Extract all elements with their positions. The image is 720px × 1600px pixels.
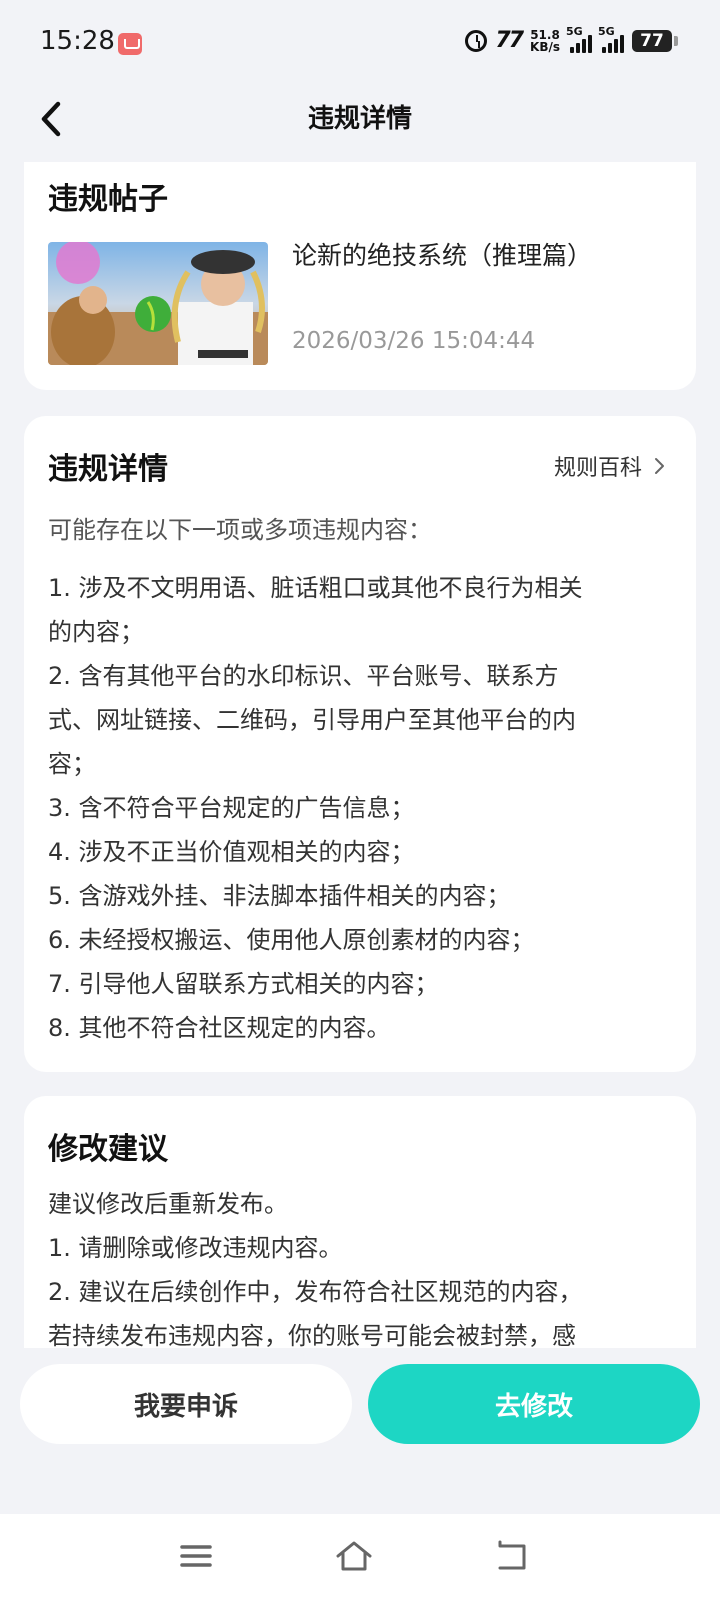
- nfc-icon: 77: [495, 28, 524, 53]
- header: 违规详情: [0, 90, 720, 160]
- status-time: 15:28: [40, 26, 115, 56]
- appeal-button[interactable]: 我要申诉: [20, 1364, 352, 1444]
- list-item: 式、网址链接、二维码，引导用户至其他平台的内: [48, 706, 576, 734]
- list-item: 7. 引导他人留联系方式相关的内容；: [48, 970, 439, 998]
- network-speed: 51.8 KB/s: [530, 29, 560, 53]
- suggestion-line: 2. 建议在后续创作中，发布符合社区规范的内容，: [48, 1278, 583, 1306]
- suggestion-line: 若持续发布违规内容，你的账号可能会被封禁，感: [48, 1322, 576, 1348]
- list-item: 4. 涉及不正当价值观相关的内容；: [48, 838, 415, 866]
- page-title: 违规详情: [307, 104, 412, 134]
- status-bar: 15:28 77 51.8 KB/s 5G 5G 77: [0, 0, 720, 90]
- list-item: 容；: [48, 750, 96, 778]
- shopping-app-icon: [118, 33, 142, 55]
- modify-button[interactable]: 去修改: [368, 1364, 700, 1444]
- list-item: 6. 未经授权搬运、使用他人原创素材的内容；: [48, 926, 535, 954]
- list-item: 8. 其他不符合社区规定的内容。: [48, 1014, 391, 1042]
- rules-link-label: 规则百科: [553, 456, 642, 481]
- suggestion-text: 建议修改后重新发布。 1. 请删除或修改违规内容。 2. 建议在后续创作中，发布…: [48, 1182, 678, 1348]
- menu-icon[interactable]: [176, 1538, 216, 1574]
- signal-label: 5G: [566, 24, 583, 38]
- list-item: 1. 涉及不文明用语、脏话粗口或其他不良行为相关: [48, 574, 583, 602]
- system-nav-bar: [0, 1514, 720, 1600]
- post-timestamp: 2026/03/26 15:04:44: [292, 328, 536, 354]
- signal-label: 5G: [598, 24, 615, 38]
- home-icon[interactable]: [334, 1538, 374, 1574]
- signal-icon: 5G: [598, 25, 624, 53]
- violation-intro: 可能存在以下一项或多项违规内容：: [48, 516, 432, 544]
- suggestion-line: 建议修改后重新发布。: [48, 1190, 288, 1218]
- net-speed-value: 51.8: [530, 27, 560, 42]
- list-item: 5. 含游戏外挂、非法脚本插件相关的内容；: [48, 882, 511, 910]
- rules-encyclopedia-link[interactable]: 规则百科: [554, 450, 666, 482]
- back-icon[interactable]: [492, 1538, 532, 1574]
- net-speed-unit: KB/s: [530, 39, 560, 54]
- post-thumbnail[interactable]: [48, 242, 268, 365]
- post-card-heading: 违规帖子: [48, 182, 168, 217]
- violation-heading: 违规详情: [48, 452, 168, 487]
- list-item: 3. 含不符合平台规定的广告信息；: [48, 794, 415, 822]
- list-item: 2. 含有其他平台的水印标识、平台账号、联系方: [48, 662, 559, 690]
- suggestion-line: 1. 请删除或修改违规内容。: [48, 1234, 343, 1262]
- chevron-right-icon: [655, 458, 664, 474]
- status-icons: 77 51.8 KB/s 5G 5G 77: [465, 25, 678, 53]
- list-item: 的内容；: [48, 618, 144, 646]
- battery-level: 77: [640, 30, 664, 51]
- post-title[interactable]: 论新的绝技系统（推理篇）: [292, 236, 592, 272]
- violating-post-card: 违规帖子 论新的绝技系统（推理篇） 2026/03/26 15:04:44: [24, 162, 696, 390]
- violation-details-card: 违规详情 规则百科 可能存在以下一项或多项违规内容： 1. 涉及不文明用语、脏话…: [24, 416, 696, 1072]
- violation-list: 1. 涉及不文明用语、脏话粗口或其他不良行为相关 的内容； 2. 含有其他平台的…: [48, 566, 668, 1050]
- signal-icon: 5G: [566, 25, 592, 53]
- battery-icon: 77: [632, 29, 678, 52]
- suggestion-heading: 修改建议: [48, 1132, 168, 1167]
- alarm-icon: [465, 29, 488, 52]
- suggestion-card: 修改建议 建议修改后重新发布。 1. 请删除或修改违规内容。 2. 建议在后续创…: [24, 1096, 696, 1348]
